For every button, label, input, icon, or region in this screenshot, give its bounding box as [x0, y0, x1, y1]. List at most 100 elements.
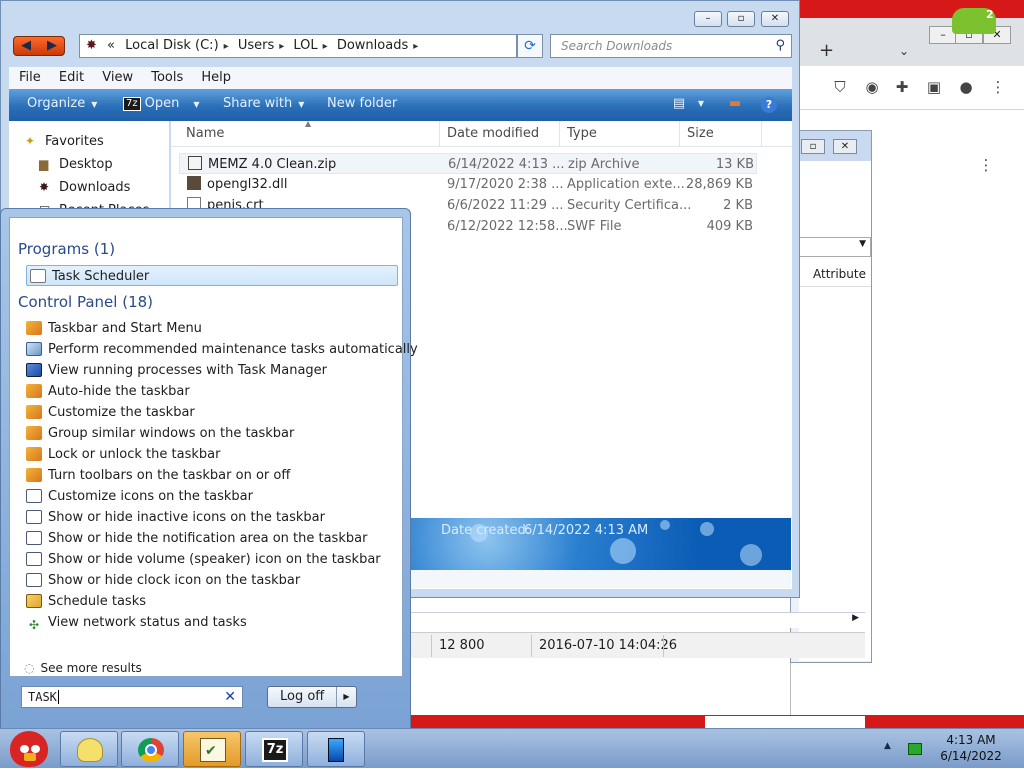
7zip-icon: 7z: [262, 738, 288, 762]
crumb-downloads[interactable]: Downloads: [337, 38, 408, 53]
result-lock-taskbar[interactable]: Lock or unlock the taskbar: [26, 444, 220, 465]
control-panel-heading[interactable]: Control Panel (18): [18, 293, 153, 311]
taskbar-clock[interactable]: 4:13 AM 6/14/2022: [930, 732, 1012, 764]
taskbar-app-7zip[interactable]: 7z: [245, 731, 303, 767]
nav-buttons: ◀ ▶: [13, 36, 65, 56]
taskbar-app-yellow[interactable]: [60, 731, 118, 767]
spinner-icon: ◌: [24, 661, 35, 675]
result-task-scheduler[interactable]: Task Scheduler: [26, 265, 398, 286]
dialog-dropdown[interactable]: ▼: [799, 237, 871, 257]
scroll-right-icon[interactable]: ▶: [852, 613, 859, 623]
crumb-users[interactable]: Users: [238, 38, 274, 53]
ublock-icon[interactable]: ⛉: [831, 78, 849, 96]
menu-view[interactable]: View: [102, 70, 133, 85]
col-date[interactable]: Date modified: [447, 126, 539, 141]
star-icon: ✦: [25, 134, 36, 148]
preview-pane-icon[interactable]: ▬: [725, 95, 745, 113]
new-folder-button[interactable]: New folder: [327, 89, 397, 119]
crumb-local-disk[interactable]: Local Disk (C:): [125, 38, 218, 53]
col-type[interactable]: Type: [567, 126, 597, 141]
start-button[interactable]: [4, 729, 56, 769]
tab-search-icon[interactable]: ⌄: [899, 44, 909, 58]
search-input[interactable]: Search Downloads ⚲: [550, 34, 792, 58]
monitor-icon: [26, 531, 42, 545]
page-menu-icon[interactable]: ⋮: [977, 156, 995, 174]
dialog-hscrollbar[interactable]: ▶: [405, 612, 865, 628]
organize-button[interactable]: Organize ▼: [27, 89, 97, 120]
taskbar-icon: [26, 426, 42, 440]
help-icon[interactable]: ?: [761, 97, 777, 113]
menu-tools[interactable]: Tools: [151, 70, 183, 85]
see-more-results[interactable]: ◌ See more results: [24, 661, 142, 675]
minimize-button[interactable]: –: [694, 11, 722, 27]
explorer-titlebar[interactable]: – ▫ ✕: [1, 1, 799, 33]
shutdown-options-icon[interactable]: ▶: [336, 687, 356, 707]
crumb-lol[interactable]: LOL: [293, 38, 317, 53]
open-button[interactable]: 7z Open ▼: [123, 89, 200, 120]
result-toolbars[interactable]: Turn toolbars on the taskbar on or off: [26, 465, 290, 486]
task-scheduler-icon: ✔: [200, 738, 226, 762]
file-row[interactable]: MEMZ 4.0 Clean.zip 6/14/2022 4:13 ... zi…: [179, 153, 757, 174]
result-customize-taskbar[interactable]: Customize the taskbar: [26, 402, 195, 423]
nav-favorites[interactable]: ✦ Favorites: [25, 134, 104, 149]
result-auto-hide[interactable]: Auto-hide the taskbar: [26, 381, 190, 402]
view-options-icon[interactable]: ▤: [669, 95, 689, 113]
result-group-windows[interactable]: Group similar windows on the taskbar: [26, 423, 294, 444]
start-search-input[interactable]: TASK ✕: [21, 686, 243, 708]
dialog-close-button[interactable]: ✕: [833, 139, 857, 154]
downloads-icon: ✸: [39, 180, 50, 194]
profile-icon[interactable]: ●: [957, 78, 975, 96]
col-size[interactable]: Size: [687, 126, 714, 141]
programs-heading[interactable]: Programs (1): [18, 240, 115, 258]
dialog-maximize-button[interactable]: ▫: [801, 139, 825, 154]
result-network-status[interactable]: ✣ View network status and tasks: [26, 612, 247, 633]
result-volume-icon[interactable]: Show or hide volume (speaker) icon on th…: [26, 549, 381, 570]
nav-downloads[interactable]: ✸ Downloads: [39, 180, 130, 195]
menu-file[interactable]: File: [19, 70, 41, 85]
dll-file-icon: [187, 176, 201, 190]
result-inactive-icons[interactable]: Show or hide inactive icons on the taskb…: [26, 507, 325, 528]
share-with-button[interactable]: Share with ▼: [223, 89, 304, 120]
properties-dialog: ▫ ✕ ▼ Attribute: [790, 130, 872, 663]
show-hidden-icons[interactable]: ▲: [884, 741, 891, 751]
browser-menu-icon[interactable]: ⋮: [989, 78, 1007, 96]
back-button[interactable]: ◀: [14, 38, 38, 54]
address-bar[interactable]: ✸ « Local Disk (C:) ▸ Users ▸ LOL ▸ Downloa…: [79, 34, 517, 58]
search-placeholder: Search Downloads: [561, 39, 673, 53]
result-task-manager[interactable]: View running processes with Task Manager: [26, 360, 327, 381]
log-off-button[interactable]: Log off ▶: [267, 686, 357, 708]
taskbar-app-task-scheduler[interactable]: ✔: [183, 731, 241, 767]
close-button[interactable]: ✕: [761, 11, 789, 27]
result-maintenance[interactable]: Perform recommended maintenance tasks au…: [26, 339, 418, 360]
explorer-status-area: [410, 570, 791, 588]
dialog-panel: ▼ Attribute: [799, 161, 871, 661]
menu-edit[interactable]: Edit: [59, 70, 84, 85]
dialog-statusbar: 12 800 2016-07-10 14:04:26: [405, 632, 865, 658]
new-tab-icon[interactable]: +: [819, 40, 834, 61]
result-taskbar-start-menu[interactable]: Taskbar and Start Menu: [26, 318, 202, 339]
chevron-down-icon: ▼: [859, 239, 866, 249]
result-schedule-tasks[interactable]: Schedule tasks: [26, 591, 146, 612]
result-customize-icons[interactable]: Customize icons on the taskbar: [26, 486, 253, 507]
taskbar-app-chrome[interactable]: [121, 731, 179, 767]
taskbar-app-blue[interactable]: [307, 731, 365, 767]
flag-extension-icon[interactable]: ◉: [863, 78, 881, 96]
result-notification-area[interactable]: Show or hide the notification area on th…: [26, 528, 367, 549]
address-overflow[interactable]: «: [107, 38, 115, 53]
refresh-button[interactable]: ⟳: [517, 34, 543, 58]
maximize-button[interactable]: ▫: [727, 11, 755, 27]
extensions-icon[interactable]: ✚: [893, 78, 911, 96]
col-name[interactable]: Name: [186, 126, 224, 141]
sidepanel-icon[interactable]: ▣: [925, 78, 943, 96]
network-tray-icon[interactable]: [908, 743, 922, 755]
clear-search-icon[interactable]: ✕: [224, 687, 236, 707]
nav-desktop[interactable]: ▆ Desktop: [39, 157, 113, 172]
result-clock-icon[interactable]: Show or hide clock icon on the taskbar: [26, 570, 300, 591]
menu-help[interactable]: Help: [201, 70, 231, 85]
monitor-icon: [26, 573, 42, 587]
view-dropdown-icon[interactable]: ▼: [691, 95, 711, 113]
attribute-column-header[interactable]: Attribute: [799, 261, 871, 287]
search-icon[interactable]: ⚲: [775, 35, 785, 57]
file-row[interactable]: opengl32.dll 9/17/2020 2:38 ... Applicat…: [179, 174, 757, 195]
forward-button[interactable]: ▶: [40, 38, 64, 54]
